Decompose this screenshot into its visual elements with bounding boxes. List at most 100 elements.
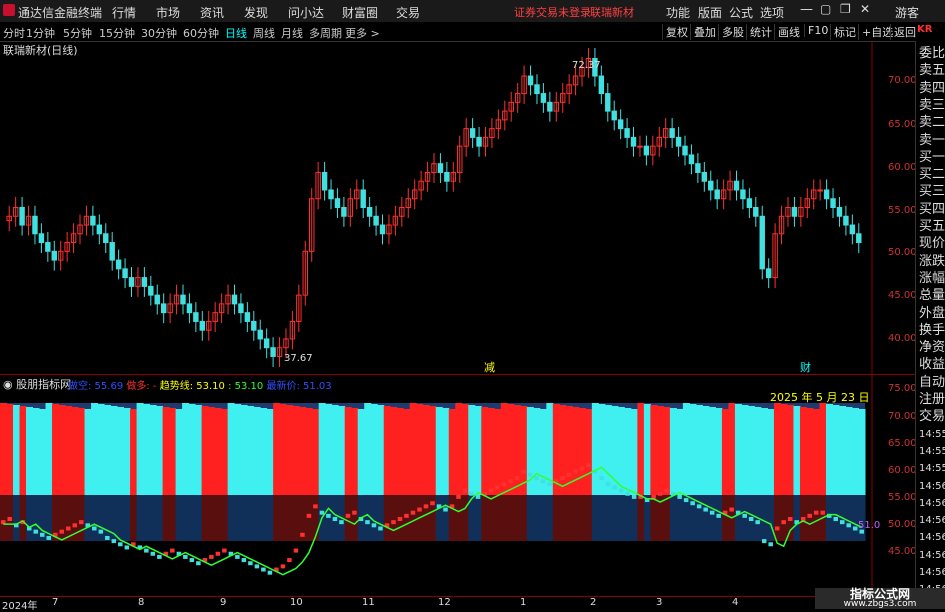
indicator-candle [345,513,351,518]
menu-jiaoyi[interactable]: 交易 [396,4,420,21]
btn-tongji[interactable]: 统计 [746,24,775,40]
period-1min[interactable]: 1分钟 [26,25,55,41]
indicator-candle [833,517,838,521]
candle-body [186,303,193,314]
indicator-lower-bar [611,495,619,541]
menu-hangqing[interactable]: 行情 [112,4,136,21]
indicator-bar [442,408,450,495]
indicator-candle [852,526,858,531]
indicator-bar [162,407,170,495]
indicator-candle [215,551,221,556]
btn-duogu[interactable]: 多股 [718,24,747,40]
btn-huaxian[interactable]: 画线 [774,24,803,40]
indicator-candle [319,510,325,515]
legend-trend2: : 53.10 [228,381,264,392]
indicator-candle [222,548,227,553]
right-panel-item: 涨幅 [919,270,945,286]
indicator-candle [59,529,65,534]
indicator-bar [403,409,411,495]
indicator-candle [352,510,357,515]
btn-fuquan[interactable]: 复权 [662,24,691,40]
sub-chart-svg[interactable]: 75.00 70.00 65.00 60.00 55.00 50.00 45.0… [0,375,917,597]
right-panel-item: 买一 [919,149,945,165]
marker-jian[interactable]: 减 [484,361,495,374]
right-panel-item: 14:56 [919,480,945,492]
indicator-candle [183,554,188,559]
indicator-lower-bar [390,495,398,541]
close-icon[interactable]: ✕ [860,2,870,16]
menu-gongneng[interactable]: 功能 [666,4,690,21]
indicator-bar [604,405,612,495]
btn-diejia[interactable]: 叠加 [690,24,719,40]
right-panel-item[interactable]: 注册 [919,391,945,409]
indicator-candle [768,542,773,547]
indicator-candle [306,513,312,518]
period-more[interactable]: 更多 > [345,25,380,41]
indicator-bar [487,408,495,495]
indicator-bar [65,406,73,495]
right-panel-item[interactable]: 交易 [919,408,945,426]
candle-body [199,320,206,331]
sub-tick-70: 70.00 [888,411,915,422]
indicator-bar [793,406,801,495]
expand-icon[interactable]: ◉ [3,378,16,391]
indicator-lower-bar [84,495,92,541]
right-panel-item: 14:56 [919,567,945,578]
menu-zixun[interactable]: 资讯 [200,4,224,21]
indicator-bar [331,405,339,495]
indicator-candle [417,507,422,512]
period-15min[interactable]: 15分钟 [99,25,135,41]
candle-body [708,180,714,191]
candle-body [540,93,547,103]
candle-body [141,277,148,287]
menu-banmian[interactable]: 版面 [698,4,722,21]
menu-caifuquan[interactable]: 财富圈 [342,4,378,21]
btn-f10[interactable]: F10 [804,24,831,37]
indicator-subchart[interactable]: 75.00 70.00 65.00 60.00 55.00 50.00 45.0… [0,374,917,597]
indicator-lower-bar [708,495,716,541]
right-panel-item: 买三 [919,184,945,200]
menu-wenxiaoda[interactable]: 问小达 [288,4,324,21]
btn-back[interactable]: 返回 [890,24,919,40]
menu-gongshi[interactable]: 公式 [729,4,753,21]
minimize-icon[interactable]: — [800,2,813,17]
right-panel-item: 换手 [919,322,945,338]
period-5min[interactable]: 5分钟 [63,25,92,41]
right-panel-item: 卖一 [919,132,945,148]
indicator-lower-bar [240,495,248,541]
main-chart-svg[interactable]: 70.00 65.00 60.00 55.00 50.00 45.00 40.0… [0,41,917,374]
guest-user[interactable]: 游客 [895,4,919,21]
period-fenshi[interactable]: 分时 [3,25,25,41]
main-candlestick-chart[interactable]: 70.00 65.00 60.00 55.00 50.00 45.00 40.0… [0,41,917,374]
indicator-candle [696,504,702,509]
indicator-bar [201,406,209,495]
indicator-bar [728,403,736,495]
login-notice[interactable]: 证券交易未登录 [514,4,591,20]
period-30min[interactable]: 30分钟 [141,25,177,41]
indicator-bar [156,406,164,495]
right-panel-item[interactable]: 自动 [919,374,945,392]
period-daily[interactable]: 日线 [225,25,247,41]
maximize-icon[interactable]: ▢ [820,2,831,16]
indicator-lower-bar [253,495,261,541]
restore-icon[interactable]: ❐ [840,2,851,16]
period-weekly[interactable]: 周线 [253,25,275,41]
indicator-candle [807,513,812,518]
menu-faxian[interactable]: 发现 [244,4,268,21]
menu-xuanxiang[interactable]: 选项 [760,4,784,21]
indicator-lower-bar [286,495,294,541]
period-60min[interactable]: 60分钟 [183,25,219,41]
candle-body [688,154,695,165]
btn-biaoji[interactable]: 标记 [830,24,859,40]
indicator-candle [248,561,253,566]
indicator-lower-bar [474,495,482,541]
period-multi[interactable]: 多周期 [309,25,342,41]
indicator-candle [124,545,130,550]
right-panel-item: 外盘 [919,305,945,321]
candle-body [759,215,765,270]
candle-body [321,171,328,191]
period-monthly[interactable]: 月线 [281,25,303,41]
candle-body [637,145,643,148]
menu-shichang[interactable]: 市场 [156,4,180,21]
marker-cai[interactable]: 财 [800,360,811,374]
